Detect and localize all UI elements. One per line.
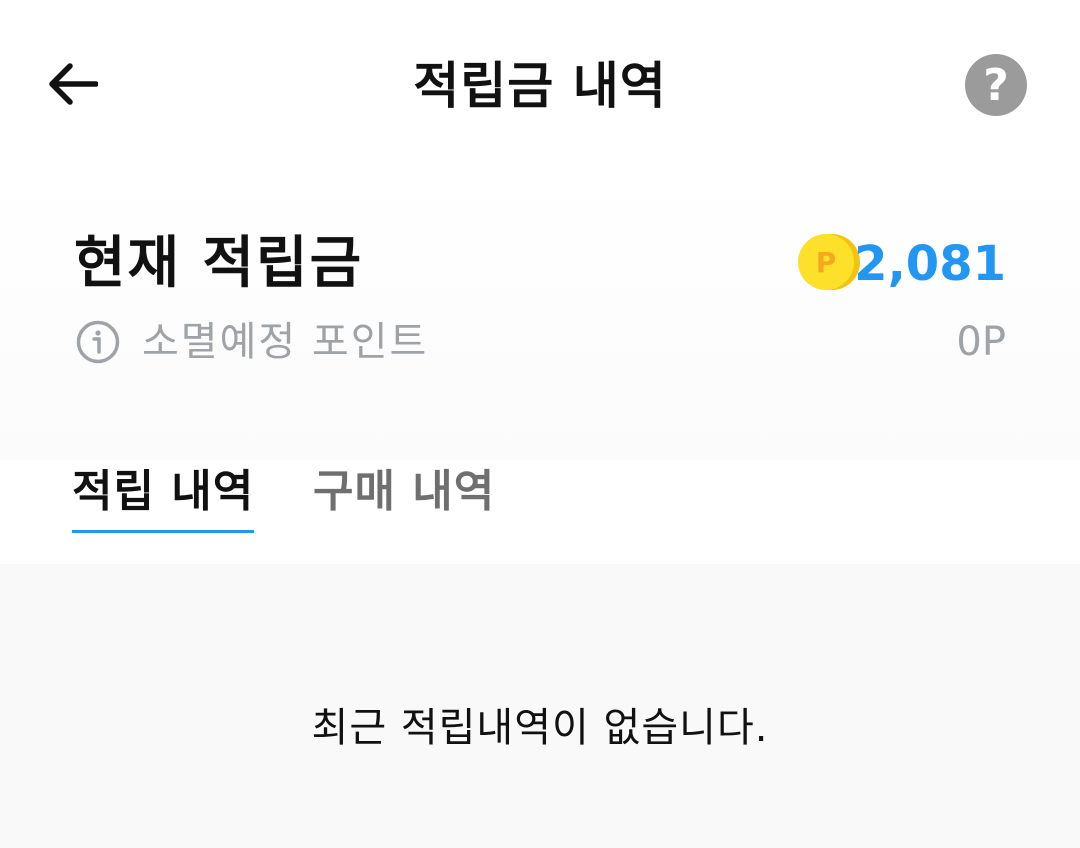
points-summary: 현재 적립금 P 2,081 소멸예정 포인트 0P [0, 170, 1080, 460]
current-points-label: 현재 적립금 [74, 231, 364, 296]
expiring-points-row[interactable]: 소멸예정 포인트 [76, 314, 428, 370]
page-title: 적립금 내역 [413, 57, 667, 115]
empty-state-message: 최근 적립내역이 없습니다. [311, 705, 769, 751]
tab-purchase-history[interactable]: 구매 내역 [313, 460, 495, 530]
expiring-points-label: 소멸예정 포인트 [142, 319, 429, 365]
tab-earn-history[interactable]: 적립 내역 [72, 460, 255, 533]
info-circle-icon [76, 320, 120, 364]
top-bar: 적립금 내역 ? [0, 0, 1080, 170]
question-circle-icon: ? [983, 59, 1009, 111]
point-coin-icon: P [798, 234, 860, 290]
coin-letter: P [816, 246, 837, 279]
points-balance: 2,081 [854, 236, 1006, 292]
history-list: 최근 적립내역이 없습니다. [0, 564, 1080, 848]
help-button[interactable]: ? [965, 54, 1027, 116]
expiring-points-value: 0P [956, 319, 1006, 365]
history-tabs: 적립 내역 구매 내역 [0, 460, 1080, 564]
